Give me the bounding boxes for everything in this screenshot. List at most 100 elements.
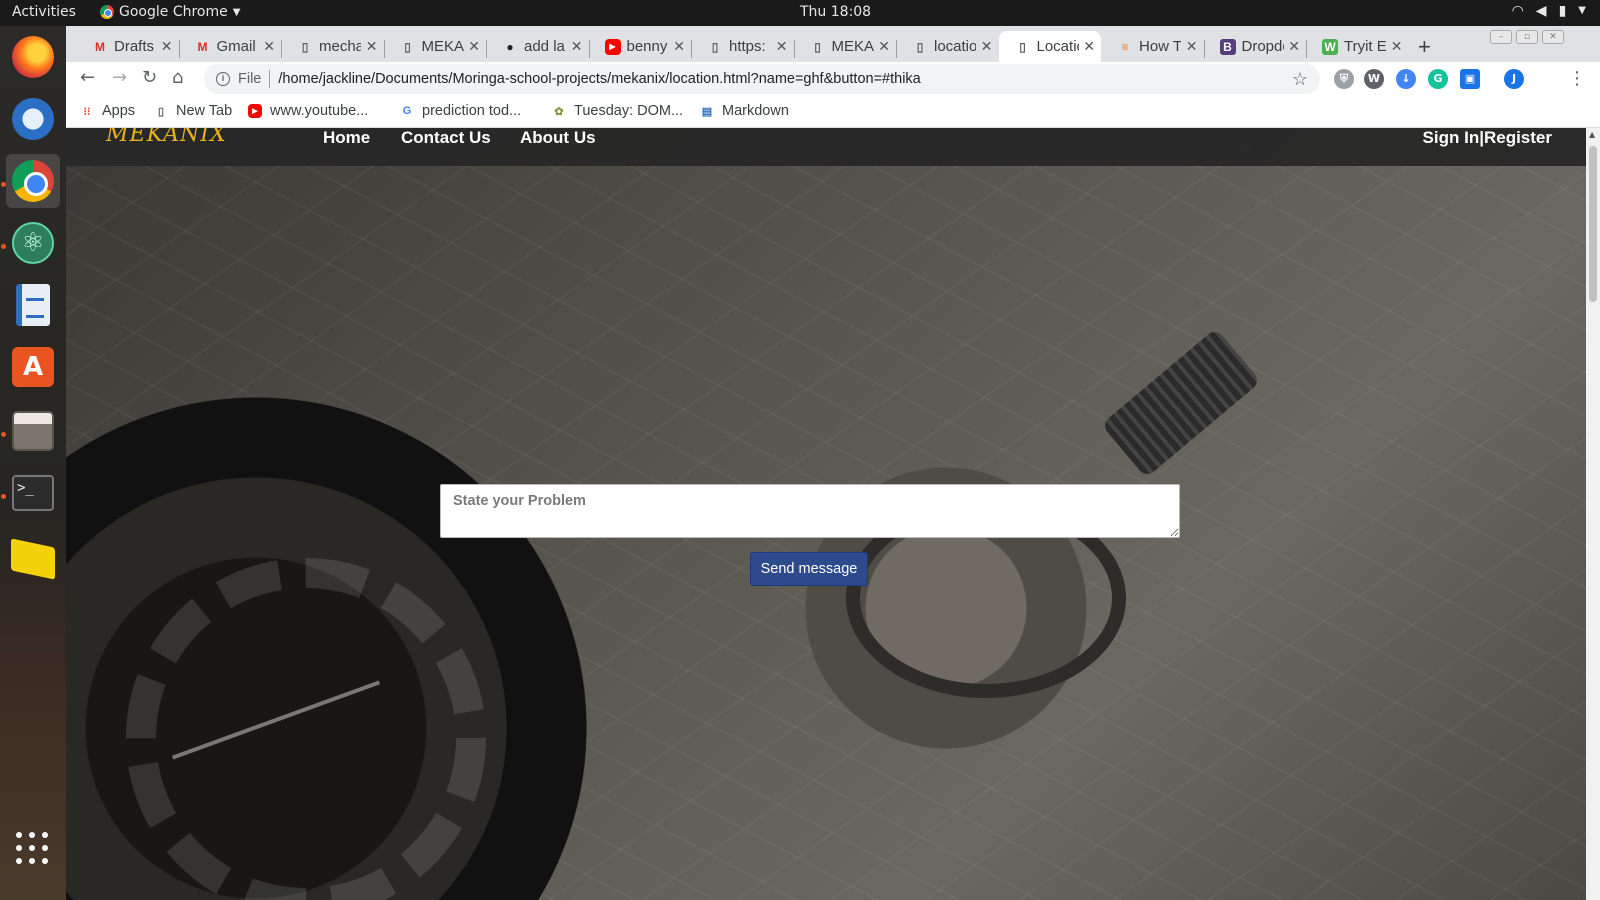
close-icon[interactable]: ✕ — [468, 38, 480, 55]
close-icon[interactable]: ✕ — [161, 38, 173, 55]
show-applications[interactable] — [6, 822, 60, 876]
briefcase-extension-icon[interactable]: ▣ — [1460, 69, 1480, 89]
page-icon: ▯ — [1019, 39, 1026, 54]
url-text[interactable]: /home/jackline/Documents/Moringa-school-… — [278, 71, 920, 87]
dock-terminal[interactable]: >_ — [6, 466, 60, 520]
bookmark-label: prediction tod... — [422, 103, 522, 119]
bookmark-star-icon[interactable]: ☆ — [1292, 69, 1308, 90]
browser-tab[interactable]: ▯ MEKANIX✕ — [384, 31, 487, 62]
home-button[interactable]: ⌂ — [172, 67, 183, 88]
bookmark-item[interactable]: ▶ www.youtube... — [248, 103, 368, 119]
tab-separator — [793, 40, 795, 58]
scrollbar-thumb[interactable] — [1589, 146, 1597, 302]
browser-tab[interactable]: ▶ benny ✕ — [589, 31, 692, 62]
tab-separator — [691, 40, 692, 58]
close-icon[interactable]: ✕ — [1186, 38, 1198, 55]
apps-grid-icon: ⁝⁝ — [83, 105, 91, 118]
bookmarks-bar: ⁝⁝ Apps ▯ New Tab ▶ www.youtube... Gprediction… — [66, 96, 1600, 128]
activities-button[interactable]: Activities — [12, 4, 76, 20]
close-icon[interactable]: ✕ — [776, 38, 788, 55]
info-icon[interactable]: i — [216, 72, 230, 86]
minimize-button[interactable]: – — [1490, 30, 1512, 44]
chevron-down-icon: ▼ — [1578, 5, 1586, 16]
nav-home[interactable]: Home — [323, 128, 370, 148]
dock-atom[interactable]: ⚛ — [6, 216, 60, 270]
chrome-menu-icon[interactable]: ⋮ — [1568, 68, 1586, 89]
shield-extension-icon[interactable]: ⛨ — [1334, 69, 1354, 89]
dock-writer[interactable] — [6, 278, 60, 332]
w3schools-icon: W — [1322, 38, 1338, 55]
page-scrollbar[interactable]: ▲ — [1586, 128, 1600, 900]
site-logo[interactable]: MEKANIX — [106, 128, 227, 147]
close-icon[interactable]: ✕ — [981, 38, 993, 55]
files-icon — [12, 411, 54, 451]
chrome-icon — [100, 5, 114, 19]
wordpress-extension-icon[interactable]: W — [1364, 69, 1384, 89]
nav-about-us[interactable]: About Us — [520, 128, 596, 148]
maximize-button[interactable]: ▫ — [1516, 30, 1538, 44]
dock-software[interactable]: A — [6, 340, 60, 394]
browser-tab[interactable]: ▯ Location✕ — [998, 31, 1101, 62]
dock-thunderbird[interactable] — [6, 92, 60, 146]
tab-title: Gmail — [216, 38, 256, 55]
browser-tab[interactable]: ▯ mechanic ✕ — [281, 31, 384, 62]
markdown-icon: ▤ — [701, 105, 713, 118]
close-icon[interactable]: ✕ — [366, 38, 378, 55]
close-icon[interactable]: ✕ — [263, 38, 275, 55]
close-icon[interactable]: ✕ — [1288, 38, 1300, 55]
dock-chrome[interactable] — [6, 154, 60, 208]
reload-button[interactable]: ↻ — [142, 67, 157, 88]
bookmark-item[interactable]: ✿ Tuesday: DOM... — [552, 103, 683, 119]
nav-sign-in-register[interactable]: Sign In|Register — [1423, 128, 1552, 148]
bookmark-item[interactable]: ▤ Markdown — [700, 103, 789, 119]
app-menu[interactable]: Google Chrome ▼ — [100, 4, 240, 20]
close-icon[interactable]: ✕ — [1083, 38, 1095, 55]
download-extension-icon[interactable]: ↓ — [1396, 69, 1416, 89]
bookmark-label: Apps — [102, 103, 136, 119]
nav-contact-us[interactable]: Contact Us — [401, 128, 491, 148]
problem-textarea[interactable] — [440, 484, 1180, 538]
dock-firefox[interactable] — [6, 30, 60, 84]
send-message-button[interactable]: Send message — [750, 552, 868, 586]
browser-tab[interactable]: ≡ How T ✕ — [1101, 31, 1204, 62]
browser-tab[interactable]: ● add la ✕ — [486, 31, 589, 62]
clock[interactable]: Thu 18:08 — [800, 4, 871, 20]
dock-notes[interactable] — [6, 532, 60, 586]
close-icon[interactable]: ✕ — [571, 38, 583, 55]
dock-files[interactable] — [6, 404, 60, 458]
new-tab-button[interactable]: + — [1418, 34, 1431, 60]
bookmark-item[interactable]: ⁝⁝ Apps — [80, 103, 136, 119]
browser-tab[interactable]: M Gmail ✕ — [179, 31, 282, 62]
forward-button[interactable]: → — [112, 67, 127, 88]
tab-separator — [1203, 40, 1205, 58]
system-top-bar: Activities Google Chrome ▼ Thu 18:08 ◠ ◀… — [0, 0, 1600, 26]
browser-tab[interactable]: B Dropdown✕ — [1204, 31, 1307, 62]
browser-tab[interactable]: ▯ location ✕ — [896, 31, 999, 62]
back-button[interactable]: ← — [80, 67, 95, 88]
close-icon[interactable]: ✕ — [878, 38, 890, 55]
close-icon[interactable]: ✕ — [1391, 38, 1403, 55]
browser-tab[interactable]: ▯ https: ✕ — [691, 31, 794, 62]
bookmark-item[interactable]: ▯ New Tab — [154, 103, 232, 119]
software-store-icon: A — [12, 347, 54, 387]
system-tray[interactable]: ◠ ◀ ▮ ▼ — [1512, 3, 1586, 19]
compass-image — [126, 558, 486, 900]
address-bar[interactable]: i File /home/jackline/Documents/Moringa-… — [204, 64, 1320, 94]
gmail-icon: M — [197, 39, 208, 54]
browser-tab[interactable]: M Drafts ✕ — [76, 31, 179, 62]
bookmark-label: New Tab — [176, 103, 233, 119]
close-window-button[interactable]: ✕ — [1542, 30, 1564, 44]
tab-separator — [588, 40, 590, 58]
bookmark-item[interactable]: Gprediction tod... — [400, 103, 521, 119]
tab-separator — [486, 40, 487, 58]
tab-title: Tryit E — [1344, 38, 1386, 55]
tab-title: Drafts — [114, 38, 155, 55]
grammarly-extension-icon[interactable]: G — [1428, 69, 1448, 89]
browser-tab[interactable]: ▯ MEKANIX✕ — [794, 31, 897, 62]
close-icon[interactable]: ✕ — [673, 38, 685, 55]
profile-avatar[interactable]: J — [1504, 69, 1524, 89]
page-icon: ▯ — [404, 39, 411, 54]
scroll-up-arrow-icon[interactable]: ▲ — [1589, 130, 1595, 139]
bootstrap-icon: B — [1219, 38, 1236, 55]
browser-tab[interactable]: W Tryit E ✕ — [1306, 31, 1409, 62]
